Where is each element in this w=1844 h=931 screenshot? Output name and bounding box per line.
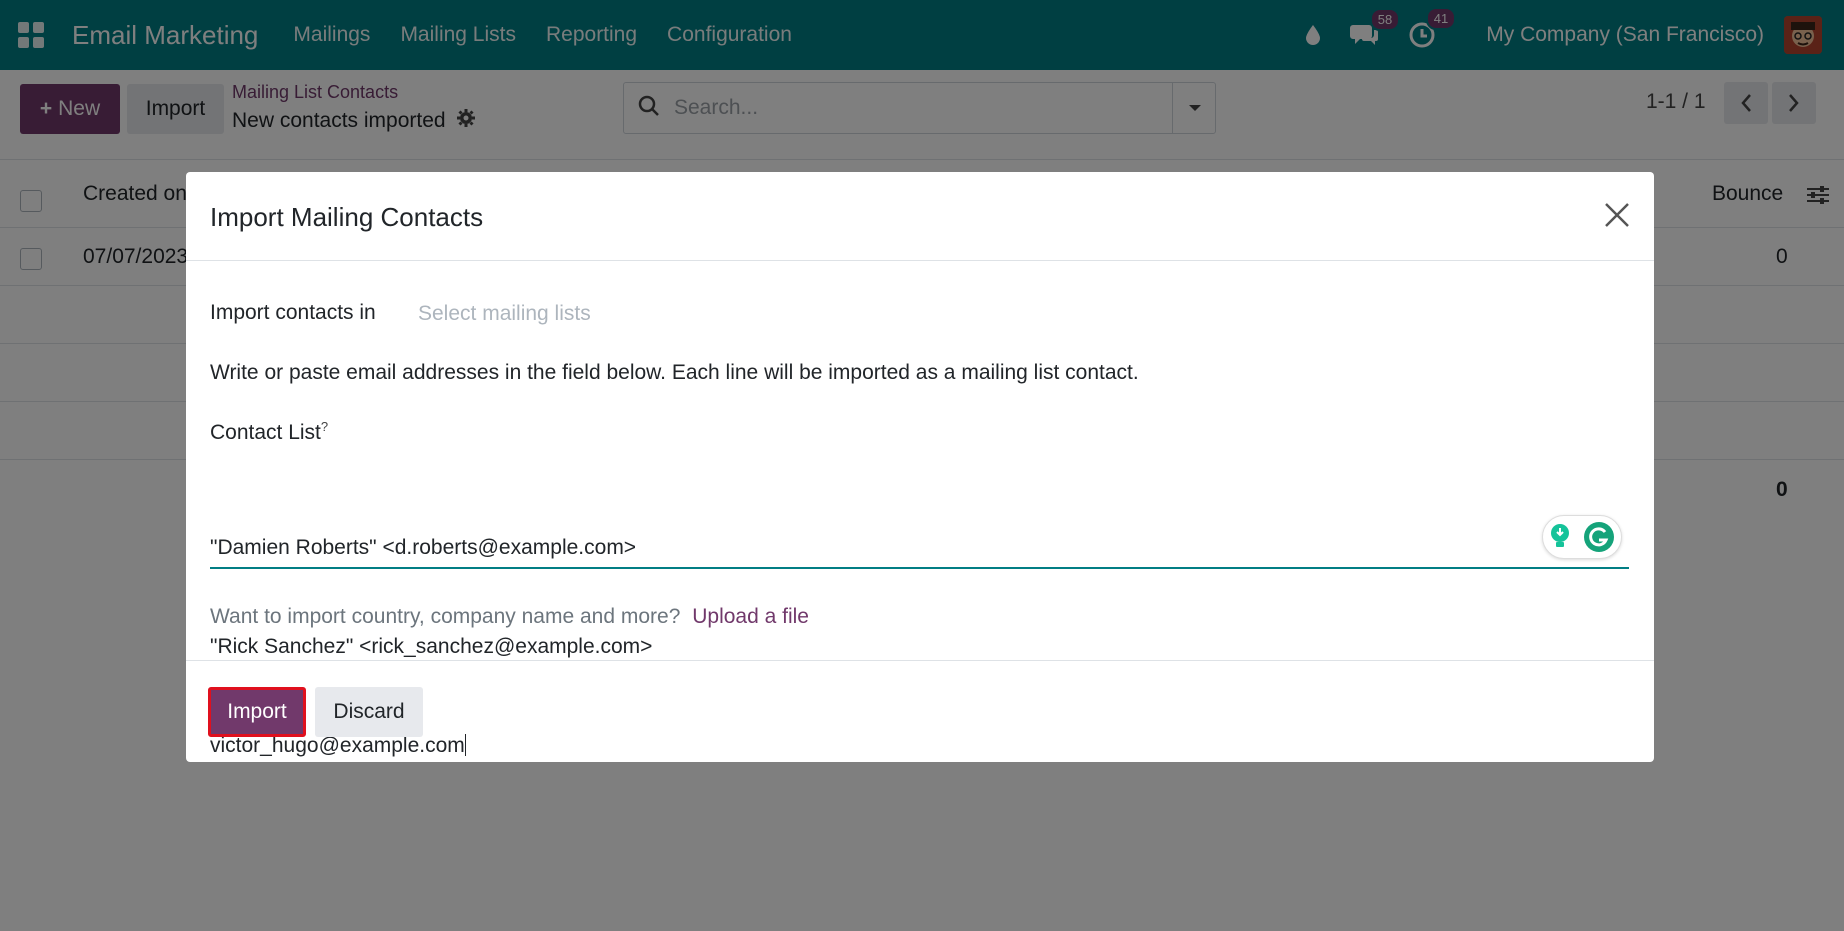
upload-prompt: Want to import country, company name and… bbox=[210, 605, 809, 629]
grammarly-widget[interactable] bbox=[1542, 515, 1622, 559]
grammarly-icon bbox=[1584, 522, 1614, 552]
dialog-header: Import Mailing Contacts bbox=[186, 172, 1654, 261]
help-text: Write or paste email addresses in the fi… bbox=[210, 361, 1139, 384]
contact-list-textarea[interactable]: "Damien Roberts" <d.roberts@example.com>… bbox=[210, 463, 1629, 757]
close-icon[interactable] bbox=[1602, 200, 1632, 230]
import-dialog: Import Mailing Contacts Import contacts … bbox=[186, 172, 1654, 762]
dialog-body: Import contacts in Select mailing lists … bbox=[186, 261, 1654, 757]
contact-list-label-text: Contact List bbox=[210, 421, 321, 444]
upload-file-link[interactable]: Upload a file bbox=[692, 605, 809, 628]
lightbulb-icon bbox=[1551, 524, 1569, 547]
mailing-lists-input[interactable]: Select mailing lists bbox=[418, 302, 818, 326]
contact-line: "Rick Sanchez" <rick_sanchez@example.com… bbox=[210, 635, 653, 658]
import-in-label: Import contacts in bbox=[210, 301, 376, 324]
upload-prompt-text: Want to import country, company name and… bbox=[210, 605, 681, 628]
help-tooltip-icon[interactable]: ? bbox=[321, 419, 328, 434]
dialog-title: Import Mailing Contacts bbox=[210, 202, 484, 232]
contact-list-label: Contact List? bbox=[210, 419, 328, 445]
dialog-footer: Import Discard bbox=[186, 661, 1654, 761]
discard-button[interactable]: Discard bbox=[315, 687, 423, 737]
import-button[interactable]: Import bbox=[208, 687, 306, 737]
contact-line: "Damien Roberts" <d.roberts@example.com> bbox=[210, 536, 637, 559]
